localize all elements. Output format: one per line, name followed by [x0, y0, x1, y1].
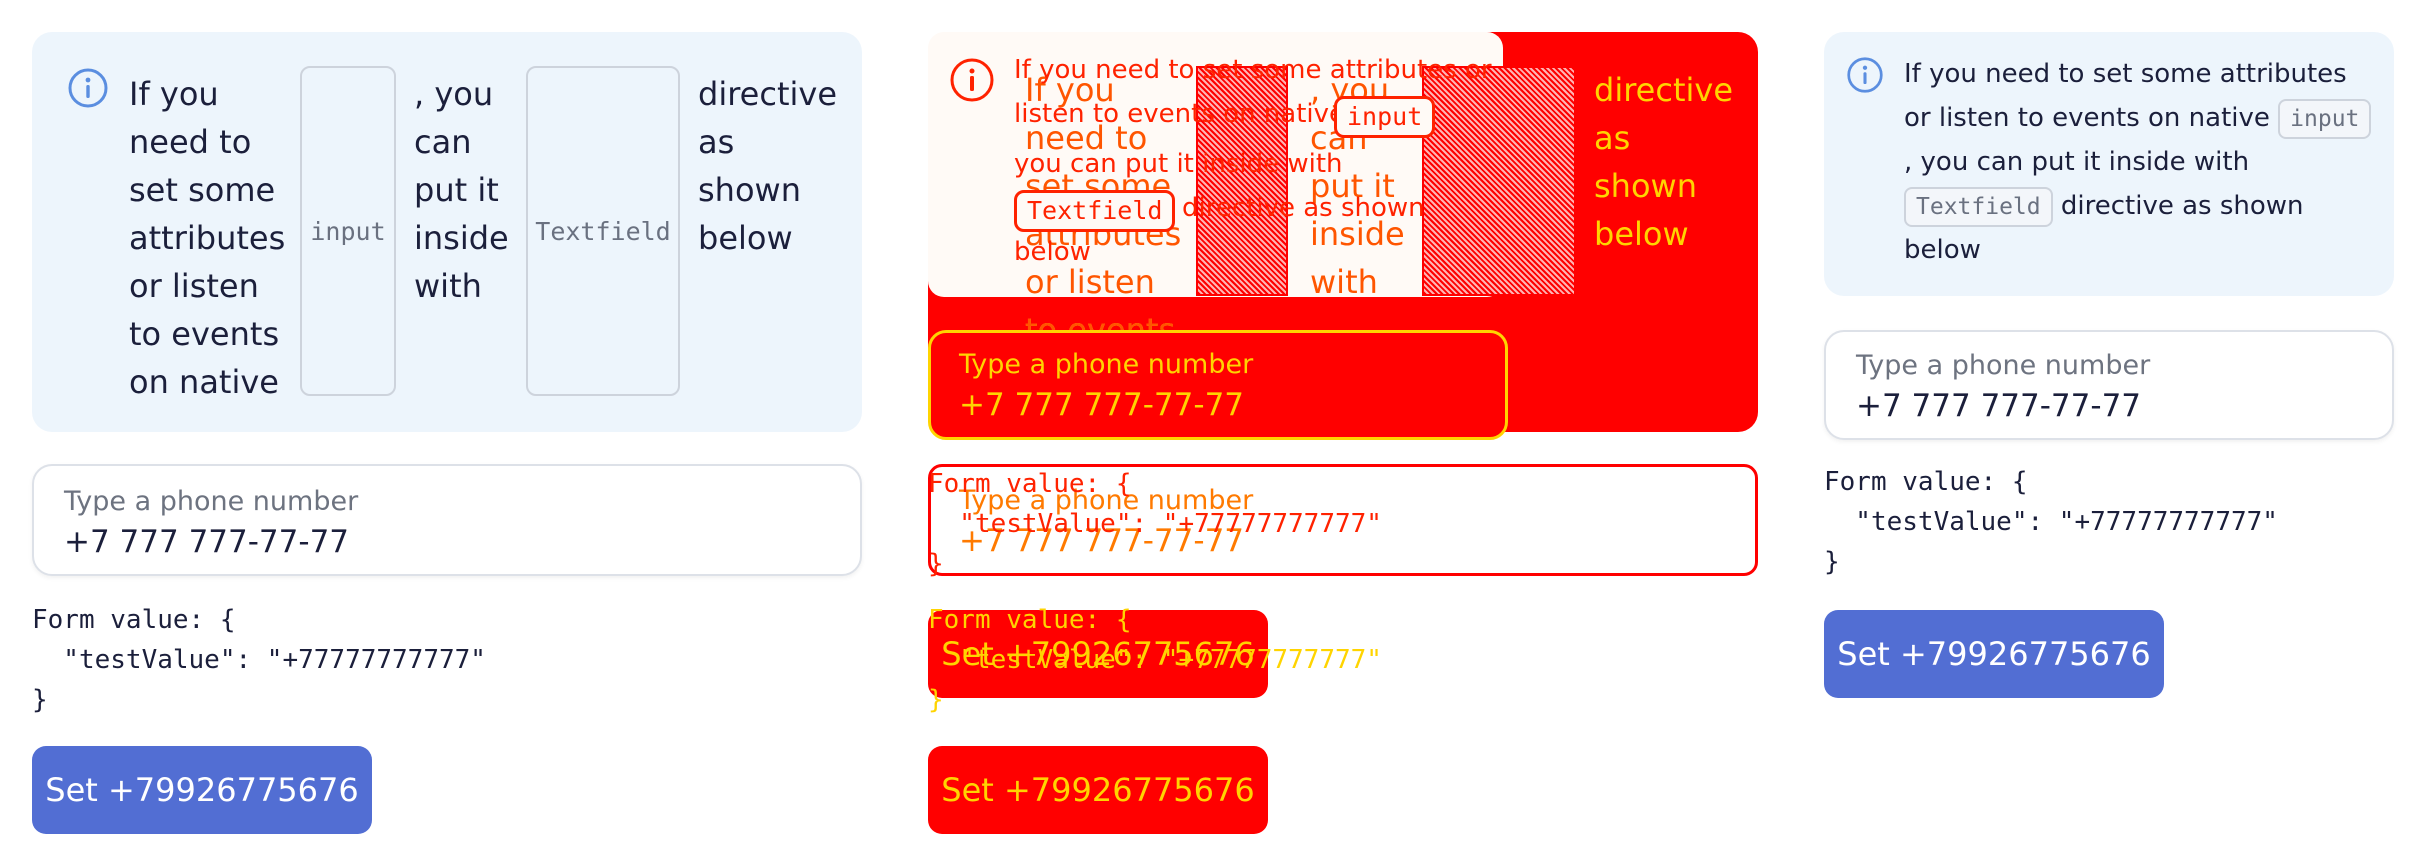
phone-field-label: Type a phone number [64, 486, 359, 517]
set-phone-button[interactable]: Set +79926775676 [1824, 610, 2164, 698]
overlay-notification-line5: below [1014, 237, 1091, 267]
overlay-phone-value-wide: +7 777 777-77-77 [959, 387, 1245, 423]
info-circle-icon [68, 68, 108, 108]
notification-text-part-2: , you can put it inside with [414, 75, 509, 305]
info-notification: If you need to set some attributes or li… [32, 32, 862, 432]
info-notification-wide: If you need to set some attributes or li… [1824, 32, 2394, 296]
comparison-stage: If you need to set some attributes or li… [0, 0, 2432, 866]
phone-field-label: Type a phone number [1856, 350, 2151, 381]
panel-diff-overlay: If you need to set some attributes or li… [896, 0, 1792, 866]
overlay-form-value-narrow: Form value: { "testValue": "+77777777777… [928, 605, 1382, 715]
inline-code-input: input [300, 66, 396, 396]
notification-text-middle: , you can put it inside with [1904, 147, 2250, 177]
inline-code-input: input [2278, 98, 2372, 139]
set-phone-button[interactable]: Set +79926775676 [32, 746, 372, 834]
info-circle-icon [1847, 57, 1883, 93]
overlay-form-value-wide: Form value: { "testValue": "+77777777777… [928, 469, 1382, 579]
overlay-notification-line1: If you need to set some attributes or [1014, 55, 1492, 85]
inline-code-textfield: Textfield [1904, 186, 2053, 227]
phone-input-field[interactable]: Type a phone number +7 777 777-77-77 [32, 464, 862, 576]
phone-input-field[interactable]: Type a phone number +7 777 777-77-77 [1824, 330, 2394, 440]
phone-field-value[interactable]: +7 777 777-77-77 [64, 524, 349, 560]
overlay-notification-line3: you can put it inside with [1014, 149, 1343, 179]
notification-text-part-3: directive as shown below [698, 75, 837, 257]
overlay-set-button-narrow: Set +79926775676 [928, 746, 1268, 834]
overlay-code-input: input [1334, 96, 1436, 138]
overlay-hatch-textfield [1422, 66, 1576, 296]
form-value-output: Form value: { "testValue": "+77777777777… [1824, 467, 2278, 577]
inline-code-textfield: Textfield [526, 66, 680, 396]
overlay-text-col3: directive as shown below [1594, 71, 1733, 253]
form-value-output: Form value: { "testValue": "+77777777777… [32, 605, 486, 715]
overlay-notification-line2: listen to events on native [1014, 99, 1346, 129]
phone-field-value[interactable]: +7 777 777-77-77 [1856, 388, 2141, 424]
notification-text: If you need to set some attributes or li… [1904, 52, 2379, 272]
overlay-phone-field-wide: Type a phone number +7 777 777-77-77 [928, 330, 1508, 440]
overlay-phone-label-wide: Type a phone number [959, 349, 1254, 380]
overlay-info-circle-icon [950, 58, 994, 102]
overlay-code-textfield: Textfield [1014, 190, 1176, 232]
overlay-notification-line4: directive as shown [1182, 193, 1425, 223]
notification-text-part-1: If you need to set some attributes or li… [129, 75, 286, 401]
